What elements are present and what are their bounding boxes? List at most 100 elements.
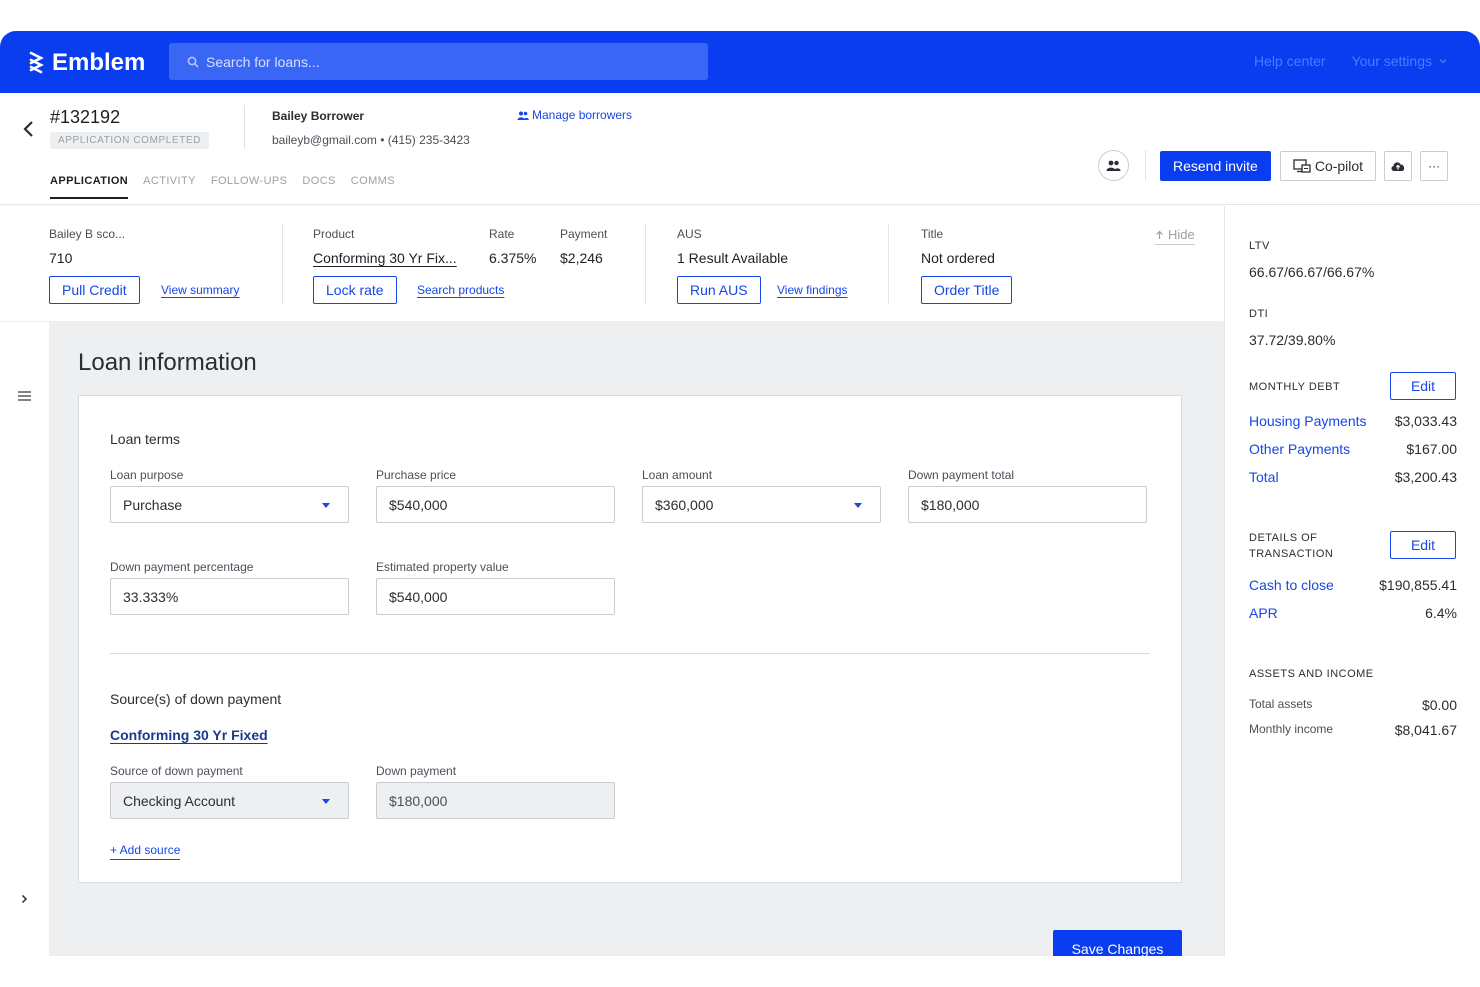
section-divider (110, 653, 1150, 654)
page-title: Loan information (78, 349, 257, 376)
transaction-label-line1: DETAILS OF (1249, 532, 1318, 544)
manage-borrowers-label: Manage borrowers (532, 108, 633, 122)
loan-amount-select[interactable]: $360,000 (642, 486, 881, 523)
search-input[interactable]: Search for loans... (169, 43, 708, 80)
debt-row-total: Total $3,200.43 (1249, 469, 1457, 485)
cash-to-close-value: $190,855.41 (1379, 577, 1457, 593)
resend-invite-button[interactable]: Resend invite (1160, 150, 1271, 181)
assets-income-label: ASSETS AND INCOME (1249, 668, 1374, 680)
down-payment-pct-input[interactable]: 33.333% (110, 578, 349, 615)
summary-strip: Bailey B sco... 710 Pull Credit View sum… (0, 206, 1224, 321)
source-value: Checking Account (123, 792, 236, 809)
aus-label: AUS (677, 227, 702, 241)
total-value: $3,200.43 (1394, 469, 1457, 485)
ltv-label: LTV (1249, 240, 1270, 252)
search-icon (187, 56, 199, 68)
search-placeholder: Search for loans... (206, 53, 320, 70)
back-arrow-icon[interactable] (22, 119, 34, 145)
total-link[interactable]: Total (1249, 469, 1279, 485)
source-select[interactable]: Checking Account (110, 782, 349, 819)
monthly-income-value: $8,041.67 (1394, 722, 1457, 738)
top-links: Help center Your settings (1254, 53, 1448, 69)
est-property-value-value: $540,000 (389, 588, 448, 605)
loan-header: #132192 APPLICATION COMPLETED Bailey Bor… (0, 93, 1480, 205)
dti-value: 37.72/39.80% (1249, 332, 1336, 348)
apr-link[interactable]: APR (1249, 605, 1278, 621)
lock-rate-button[interactable]: Lock rate (313, 276, 397, 304)
product-link[interactable]: Conforming 30 Yr Fixed (110, 727, 268, 743)
arrow-up-icon (1156, 230, 1163, 239)
purchase-price-value: $540,000 (389, 496, 448, 513)
menu-icon[interactable] (18, 388, 31, 406)
pull-credit-button[interactable]: Pull Credit (49, 276, 140, 304)
housing-payments-link[interactable]: Housing Payments (1249, 413, 1367, 429)
sources-heading: Source(s) of down payment (110, 691, 282, 707)
rate-label: Rate (489, 227, 515, 241)
people-icon (1106, 160, 1121, 171)
loan-id: #132192 (50, 107, 121, 127)
debt-row-housing: Housing Payments $3,033.43 (1249, 413, 1457, 429)
brand-logo[interactable]: Emblem (28, 49, 145, 77)
add-source-link[interactable]: + Add source (110, 843, 181, 860)
total-assets-label: Total assets (1249, 697, 1313, 711)
loan-purpose-select[interactable]: Purchase (110, 486, 349, 523)
save-changes-button[interactable]: Save Changes (1053, 930, 1182, 956)
purchase-price-input[interactable]: $540,000 (376, 486, 615, 523)
view-findings-link[interactable]: View findings (777, 283, 848, 297)
loan-info-card: Loan terms Loan purpose Purchase Purchas… (78, 395, 1182, 883)
down-payment-pct-value: 33.333% (123, 588, 179, 605)
help-center-link[interactable]: Help center (1254, 53, 1326, 69)
edit-transaction-button[interactable]: Edit (1390, 531, 1456, 559)
settings-menu[interactable]: Your settings (1352, 53, 1448, 69)
dti-label: DTI (1249, 308, 1269, 320)
people-icon (517, 111, 529, 120)
view-summary-link[interactable]: View summary (161, 283, 239, 297)
down-payment-total-value: $180,000 (921, 496, 980, 513)
down-payment-total-label: Down payment total (908, 468, 1015, 482)
more-options-button[interactable]: ··· (1420, 150, 1449, 181)
other-payments-value: $167.00 (1406, 441, 1457, 457)
debt-row-other: Other Payments $167.00 (1249, 441, 1457, 457)
borrowers-button[interactable] (1098, 150, 1129, 181)
est-property-value-input[interactable]: $540,000 (376, 578, 615, 615)
transaction-row-cash: Cash to close $190,855.41 (1249, 577, 1457, 593)
monthly-income-label: Monthly income (1249, 722, 1334, 736)
edit-monthly-debt-button[interactable]: Edit (1390, 372, 1456, 400)
tab-docs[interactable]: DOCS (302, 175, 335, 199)
settings-label: Your settings (1351, 53, 1432, 69)
other-payments-link[interactable]: Other Payments (1249, 441, 1350, 457)
product-value-link[interactable]: Conforming 30 Yr Fix... (313, 250, 457, 266)
purchase-price-label: Purchase price (376, 468, 457, 482)
tab-follow-ups[interactable]: FOLLOW-UPS (211, 175, 288, 199)
screen-share-icon (1293, 158, 1311, 173)
assets-row-total: Total assets $0.00 (1249, 697, 1457, 713)
title-label: Title (921, 227, 944, 241)
tab-activity[interactable]: ACTIVITY (143, 175, 196, 199)
copilot-button[interactable]: Co-pilot (1279, 150, 1377, 181)
cloud-upload-button[interactable] (1384, 150, 1413, 181)
product-label: Product (313, 227, 355, 241)
dropdown-caret-icon (322, 799, 330, 804)
ltv-value: 66.67/66.67/66.67% (1249, 264, 1375, 280)
hide-toggle[interactable]: Hide (1155, 227, 1195, 245)
search-products-link[interactable]: Search products (417, 283, 504, 297)
transaction-row-apr: APR 6.4% (1249, 605, 1457, 621)
strip-divider (282, 224, 283, 304)
total-assets-value: $0.00 (1421, 697, 1457, 713)
chevron-right-icon[interactable] (21, 891, 28, 909)
run-aus-button[interactable]: Run AUS (677, 276, 761, 304)
down-payment-input: $180,000 (376, 782, 615, 819)
tab-comms[interactable]: COMMS (351, 175, 395, 199)
manage-borrowers-link[interactable]: Manage borrowers (517, 108, 632, 122)
down-payment-total-input[interactable]: $180,000 (908, 486, 1147, 523)
loan-purpose-value: Purchase (123, 496, 183, 513)
housing-payments-value: $3,033.43 (1394, 413, 1457, 429)
aus-value: 1 Result Available (677, 250, 789, 266)
tab-application[interactable]: APPLICATION (50, 175, 129, 199)
main-content: Loan information Loan terms Loan purpose… (49, 322, 1224, 956)
order-title-button[interactable]: Order Title (921, 276, 1013, 304)
credit-score-value: 710 (49, 250, 73, 266)
dropdown-caret-icon (854, 503, 862, 508)
actions-divider (1145, 150, 1146, 181)
cash-to-close-link[interactable]: Cash to close (1249, 577, 1334, 593)
